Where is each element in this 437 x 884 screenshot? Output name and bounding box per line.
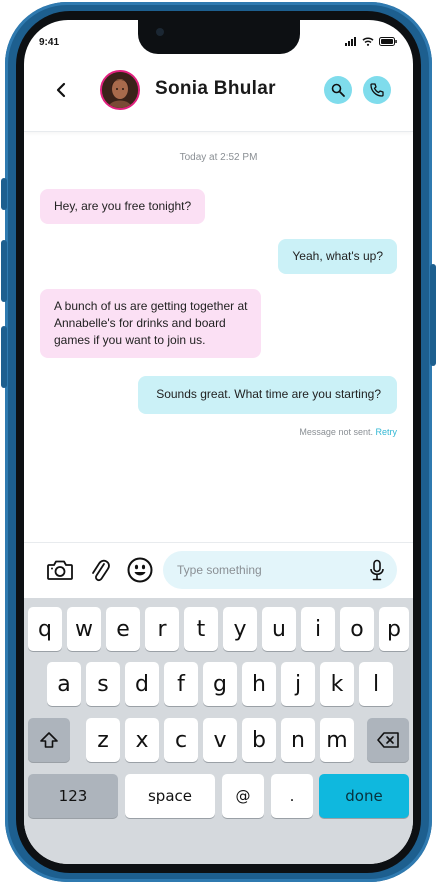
key-o[interactable]: o (340, 607, 374, 651)
key-d[interactable]: d (125, 662, 159, 706)
signal-icon (345, 37, 356, 46)
microphone-icon (370, 559, 384, 581)
key-q[interactable]: q (28, 607, 62, 651)
contact-name: Sonia Bhular (155, 78, 276, 99)
phone-icon (370, 83, 384, 97)
space-key[interactable]: space (125, 774, 215, 818)
search-button[interactable] (324, 76, 352, 104)
send-status-text: Message not sent. (299, 427, 373, 437)
message-text-line: games if you want to join us. (54, 333, 206, 347)
message-bubble-outgoing-failed: Sounds great. What time are you starting… (138, 376, 397, 414)
key-e[interactable]: e (106, 607, 140, 651)
emoji-button[interactable] (125, 555, 155, 585)
camera-button[interactable] (45, 555, 75, 585)
mute-switch (1, 178, 7, 210)
key-t[interactable]: t (184, 607, 218, 651)
message-text-line: Annabelle's for drinks and board (54, 316, 226, 330)
key-y[interactable]: y (223, 607, 257, 651)
backspace-icon (377, 732, 399, 748)
message-composer (24, 542, 413, 598)
key-v[interactable]: v (203, 718, 237, 762)
message-text: Yeah, what's up? (292, 249, 383, 263)
chat-header: Sonia Bhular (24, 60, 413, 132)
phone-screen: 9:41 Sonia Bhular Today at 2:52 PM Hey, … (24, 20, 413, 864)
power-button (430, 264, 436, 366)
key-p[interactable]: p (379, 607, 409, 651)
message-bubble-incoming: Hey, are you free tonight? (40, 189, 206, 224)
key-f[interactable]: f (164, 662, 198, 706)
volume-up-button (1, 240, 7, 302)
attach-button[interactable] (85, 555, 115, 585)
period-key[interactable]: . (271, 774, 313, 818)
avatar-image (102, 72, 138, 108)
key-k[interactable]: k (320, 662, 354, 706)
key-a[interactable]: a (47, 662, 81, 706)
back-button[interactable] (50, 78, 70, 102)
chevron-left-icon (56, 82, 65, 98)
message-input-container (163, 551, 397, 589)
wifi-icon (362, 37, 374, 46)
message-text: Hey, are you free tonight? (54, 199, 192, 213)
message-input[interactable] (177, 563, 362, 577)
search-icon (331, 83, 345, 97)
message-text: Sounds great. What time are you starting… (156, 387, 381, 401)
at-key[interactable]: @ (222, 774, 264, 818)
key-h[interactable]: h (242, 662, 276, 706)
numbers-key[interactable]: 123 (28, 774, 118, 818)
key-r[interactable]: r (145, 607, 179, 651)
send-status: Message not sent. Retry (299, 427, 397, 437)
shift-icon (40, 732, 58, 748)
message-bubble-outgoing: Yeah, what's up? (278, 239, 397, 274)
key-j[interactable]: j (281, 662, 315, 706)
battery-icon (379, 37, 397, 46)
paperclip-icon (92, 559, 110, 582)
message-bubble-incoming: A bunch of us are getting together at An… (40, 289, 262, 358)
done-key[interactable]: done (319, 774, 409, 818)
key-m[interactable]: m (320, 718, 354, 762)
key-i[interactable]: i (301, 607, 335, 651)
volume-down-button (1, 326, 7, 388)
key-l[interactable]: l (359, 662, 393, 706)
backspace-key[interactable] (367, 718, 409, 762)
avatar[interactable] (100, 70, 140, 110)
key-x[interactable]: x (125, 718, 159, 762)
key-n[interactable]: n (281, 718, 315, 762)
chat-timestamp: Today at 2:52 PM (179, 152, 258, 163)
camera-icon (47, 560, 73, 580)
retry-link[interactable]: Retry (375, 427, 397, 437)
key-g[interactable]: g (203, 662, 237, 706)
front-camera (156, 28, 164, 36)
key-u[interactable]: u (262, 607, 296, 651)
microphone-button[interactable] (367, 559, 387, 581)
key-z[interactable]: z (86, 718, 120, 762)
status-icons (345, 37, 397, 46)
shift-key[interactable] (28, 718, 70, 762)
key-s[interactable]: s (86, 662, 120, 706)
key-w[interactable]: w (67, 607, 101, 651)
key-b[interactable]: b (242, 718, 276, 762)
call-button[interactable] (363, 76, 391, 104)
keyboard: q w e r t y u i o p a s d f g h j k l z … (24, 598, 413, 864)
message-text-line: A bunch of us are getting together at (54, 299, 248, 313)
key-c[interactable]: c (164, 718, 198, 762)
status-time: 9:41 (39, 37, 60, 48)
notch (138, 20, 300, 54)
emoji-icon (127, 557, 153, 583)
